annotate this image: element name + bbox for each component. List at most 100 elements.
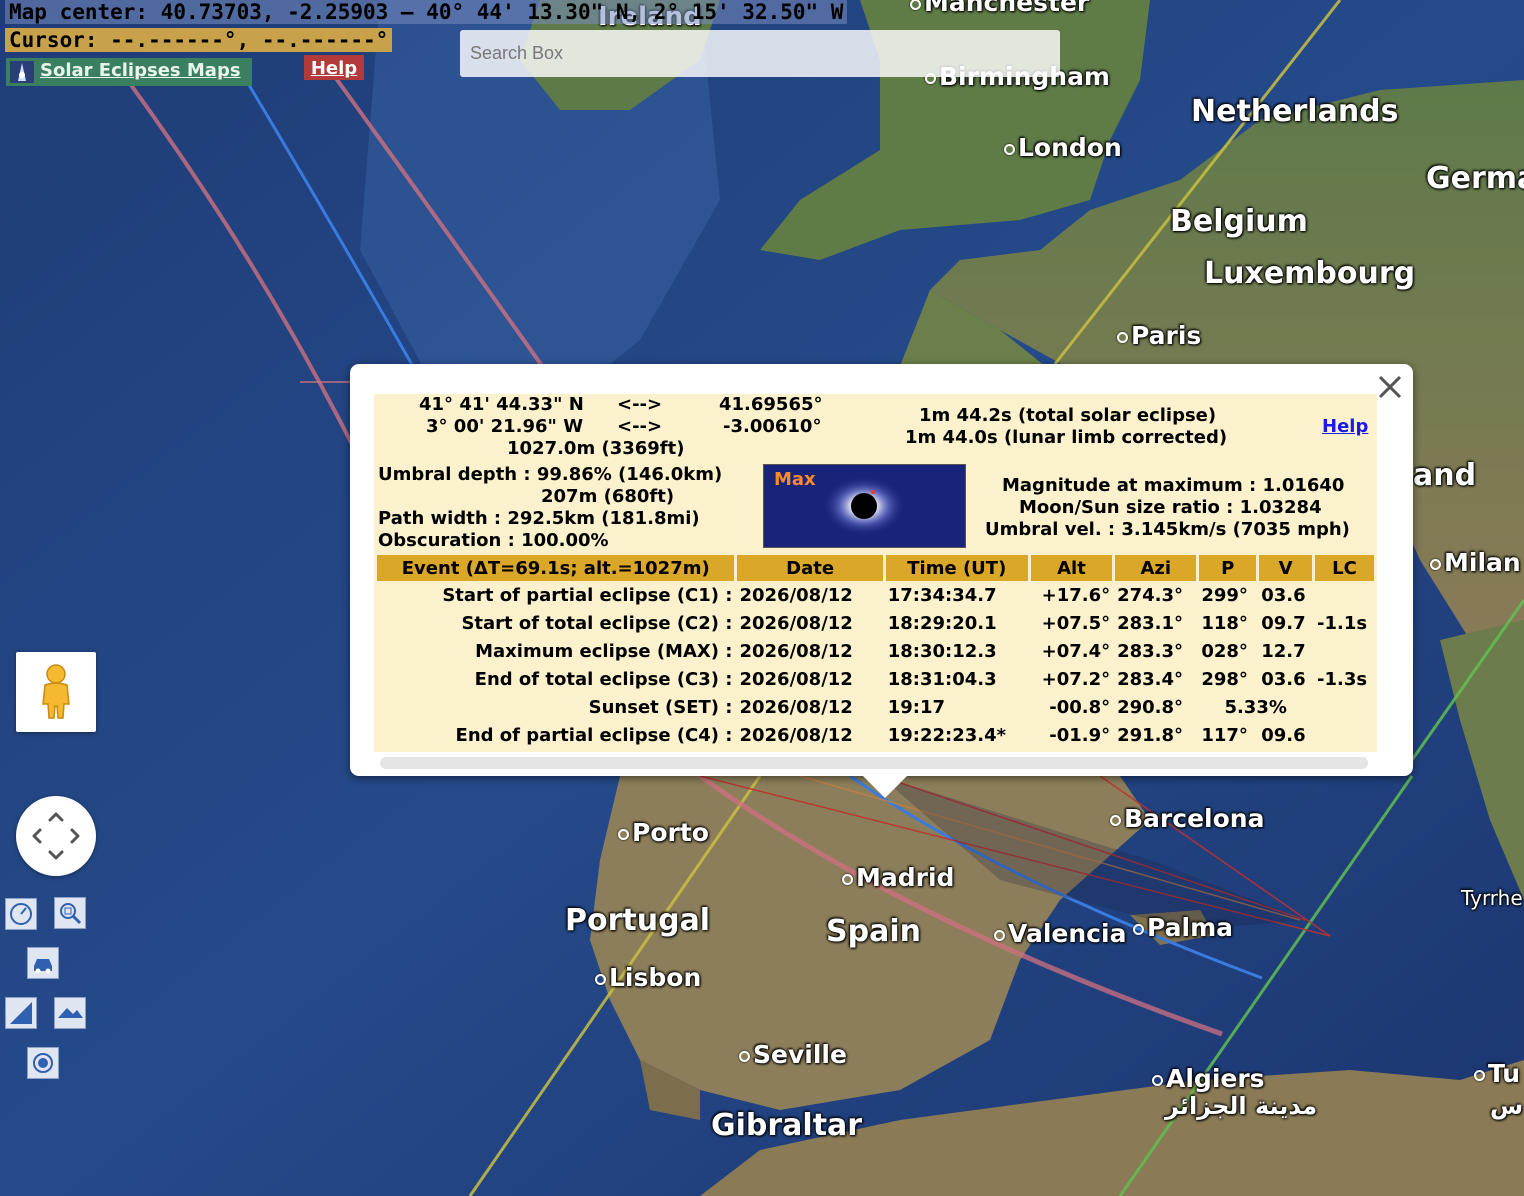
map-label-portugal: Portugal <box>565 903 711 938</box>
max-eclipse-image: Max <box>763 464 966 548</box>
elevation: 1027.0m (3369ft) <box>507 438 685 459</box>
event-name: Maximum eclipse (MAX) : <box>475 640 733 662</box>
umbral-depth: Umbral depth : 99.86% (146.0km) <box>378 464 723 485</box>
locate-icon <box>33 1053 53 1073</box>
solar-eclipses-maps-link[interactable]: Solar Eclipses Maps <box>6 58 252 86</box>
zoom-tool-button[interactable] <box>54 897 86 929</box>
umbral-velocity: Umbral vel. : 3.145km/s (7035 mph) <box>985 519 1350 540</box>
event-time: 19:22:23.4* <box>887 724 1007 746</box>
event-p: 117° <box>1201 724 1248 746</box>
table-header-row: Event (ΔT=69.1s; alt.=1027m) Date Time (… <box>377 555 1374 581</box>
map-label-seville: Seville <box>739 1040 847 1069</box>
event-v: 03.6 <box>1261 584 1306 606</box>
map-label-barcelona: Barcelona <box>1110 804 1264 833</box>
event-name: Start of total eclipse (C2) : <box>461 612 733 634</box>
event-date: 2026/08/12 <box>739 724 853 746</box>
table-row: Sunset (SET) : 2026/08/12 19:17 -00.8° 2… <box>377 693 1374 721</box>
table-row: Maximum eclipse (MAX) : 2026/08/12 18:30… <box>377 637 1374 665</box>
popup-horizontal-scrollbar[interactable] <box>380 757 1368 769</box>
event-p: 118° <box>1201 612 1248 634</box>
popup-help-link[interactable]: Help <box>1322 416 1368 438</box>
col-v: V <box>1259 555 1312 581</box>
map-label-milan: Milan <box>1430 548 1521 577</box>
pan-control-button[interactable] <box>16 796 96 876</box>
map-center-readout: Map center: 40.73703, -2.25903 — 40° 44'… <box>5 0 848 24</box>
map-label-paris: Paris <box>1117 321 1201 350</box>
coord-arrow-lon: <--> <box>617 416 663 437</box>
eclipse-events-table: Event (ΔT=69.1s; alt.=1027m) Date Time (… <box>374 555 1377 749</box>
map-label-madrid: Madrid <box>842 863 954 892</box>
coord-arrow-lat: <--> <box>617 394 663 415</box>
event-lc <box>1315 581 1374 609</box>
event-date: 2026/08/12 <box>739 696 853 718</box>
col-lc: LC <box>1315 555 1374 581</box>
event-lc: -1.3s <box>1317 668 1368 690</box>
elevation-icon <box>10 1002 32 1024</box>
longitude-dms: 3° 00' 21.96" W <box>426 416 584 437</box>
search-input[interactable] <box>460 30 1060 77</box>
car-tool-button[interactable] <box>27 947 59 979</box>
close-icon[interactable] <box>1375 372 1405 402</box>
elevation-tool-button[interactable] <box>5 997 37 1029</box>
map-label-london: London <box>1004 133 1122 162</box>
locate-tool-button[interactable] <box>27 1047 59 1079</box>
col-azi: Azi <box>1115 555 1197 581</box>
table-row: Start of partial eclipse (C1) : 2026/08/… <box>377 581 1374 609</box>
event-time: 18:29:20.1 <box>887 612 997 634</box>
map-label-lisbon: Lisbon <box>595 963 701 992</box>
event-date: 2026/08/12 <box>739 640 853 662</box>
event-azi: 274.3° <box>1117 584 1184 606</box>
map-label-netherlands: Netherlands <box>1191 94 1399 129</box>
zoom-tool-icon <box>60 903 82 925</box>
compass-tool-button[interactable] <box>5 898 37 930</box>
umbral-depth-height: 207m (680ft) <box>541 486 675 507</box>
event-name: Sunset (SET) : <box>588 696 733 718</box>
solar-eclipses-maps-label: Solar Eclipses Maps <box>40 60 241 81</box>
pegman-icon <box>42 664 70 719</box>
map-label-spain: Spain <box>826 914 921 949</box>
event-alt: +07.4° <box>1041 640 1111 662</box>
help-link[interactable]: Help <box>304 55 364 80</box>
table-row: Start of total eclipse (C2) : 2026/08/12… <box>377 609 1374 637</box>
map-label-algiers: Algiers <box>1152 1064 1265 1093</box>
event-alt: +17.6° <box>1041 584 1111 606</box>
event-time: 17:34:34.7 <box>887 584 997 606</box>
event-v: 03.6 <box>1261 668 1306 690</box>
event-azi: 283.3° <box>1117 640 1184 662</box>
map-label-germany: Germa <box>1426 161 1524 196</box>
longitude-decimal: -3.00610° <box>723 416 822 437</box>
map-label-valencia: Valencia <box>994 919 1126 948</box>
event-lc <box>1315 693 1374 721</box>
event-v: 12.7 <box>1261 640 1306 662</box>
col-event: Event (ΔT=69.1s; alt.=1027m) <box>377 555 735 581</box>
duration-limb-corrected: 1m 44.0s (lunar limb corrected) <box>905 427 1228 448</box>
map-label-gibraltar: Gibraltar <box>711 1108 863 1143</box>
map-label-algiers-arabic: مدينة الجزائر <box>1165 1092 1318 1120</box>
map-label-belgium: Belgium <box>1170 204 1308 239</box>
eclipse-info-popup: 41° 41' 44.33" N 3° 00' 21.96" W <--> <-… <box>350 364 1413 798</box>
event-p: 028° <box>1201 640 1248 662</box>
terrain-tool-button[interactable] <box>54 997 86 1029</box>
event-azi: 283.1° <box>1117 612 1184 634</box>
street-view-pegman-button[interactable] <box>16 652 96 732</box>
event-v: 09.6 <box>1261 724 1306 746</box>
col-p: P <box>1199 555 1257 581</box>
event-alt: -00.8° <box>1049 696 1111 718</box>
terrain-icon <box>58 1008 83 1018</box>
event-time: 18:31:04.3 <box>887 668 997 690</box>
event-date: 2026/08/12 <box>739 584 853 606</box>
latitude-dms: 41° 41' 44.33" N <box>419 394 584 415</box>
duration-total: 1m 44.2s (total solar eclipse) <box>919 405 1217 426</box>
table-row: End of partial eclipse (C4) : 2026/08/12… <box>377 721 1374 749</box>
event-lc <box>1315 721 1374 749</box>
event-time: 19:17 <box>887 696 945 718</box>
map-label-tyrrhenian: Tyrrhe <box>1461 886 1523 910</box>
popup-pointer <box>863 776 907 798</box>
event-alt: +07.2° <box>1041 668 1111 690</box>
moon-sun-size-ratio: Moon/Sun size ratio : 1.03284 <box>1019 497 1322 518</box>
table-row: End of total eclipse (C3) : 2026/08/12 1… <box>377 665 1374 693</box>
event-name: Start of partial eclipse (C1) : <box>442 584 733 606</box>
magnitude-at-maximum: Magnitude at maximum : 1.01640 <box>1002 475 1345 496</box>
map-label-switzerland: and <box>1413 458 1477 493</box>
event-azi: 283.4° <box>1117 668 1184 690</box>
